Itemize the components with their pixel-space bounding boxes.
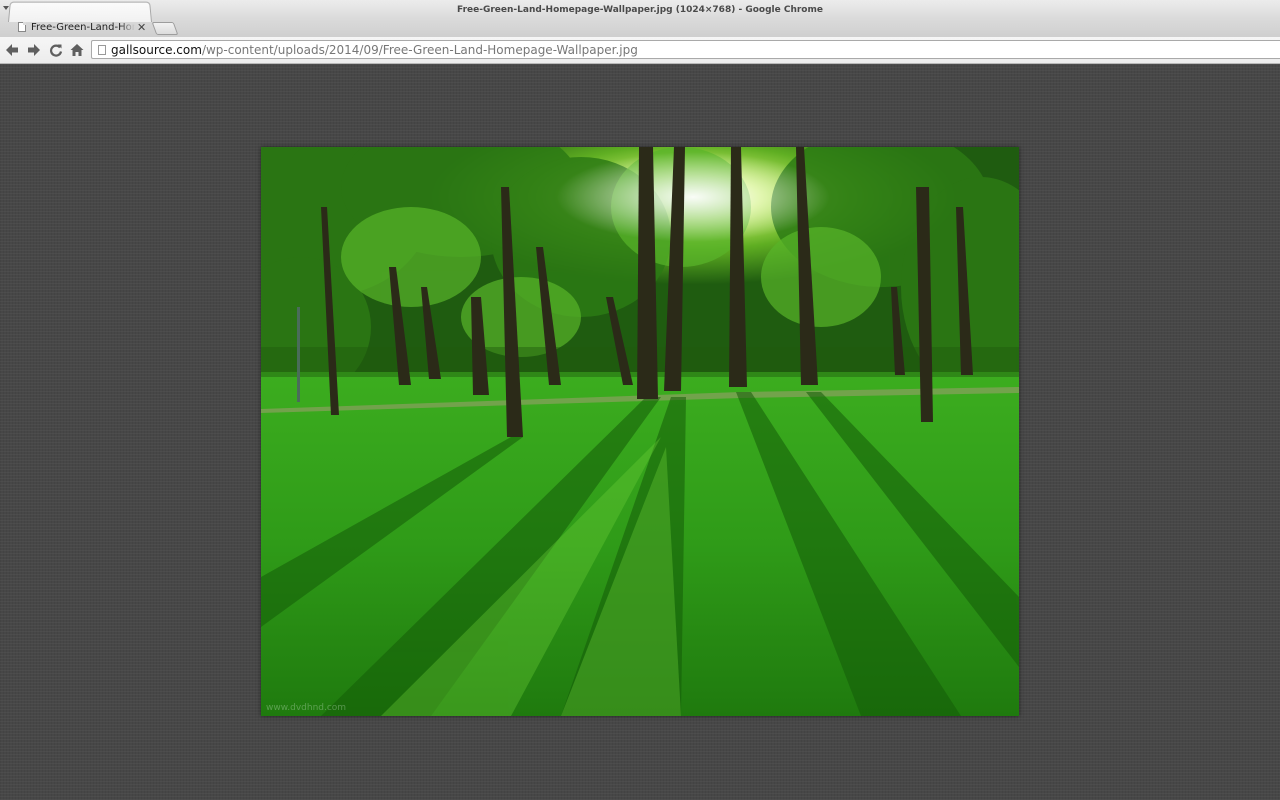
tab-content[interactable]: Free-Green-Land-Homepage-Wallpaper.jpg ✕ xyxy=(14,17,152,37)
address-bar[interactable]: gallsource.com/wp-content/uploads/2014/0… xyxy=(91,40,1280,59)
home-icon xyxy=(70,44,84,56)
image-watermark: www.dvdhnd.com xyxy=(266,703,347,713)
arrow-right-icon xyxy=(28,44,40,56)
tab-strip xyxy=(0,16,1280,37)
window-menu-icon[interactable] xyxy=(3,6,9,10)
tab-close-icon[interactable]: ✕ xyxy=(137,21,146,34)
page-favicon-icon xyxy=(18,22,26,32)
reload-button[interactable] xyxy=(49,43,63,57)
back-button[interactable] xyxy=(5,43,19,57)
url-host: gallsource.com xyxy=(111,42,202,57)
wallpaper-image[interactable]: www.dvdhnd.com xyxy=(261,147,1019,716)
new-tab-button[interactable] xyxy=(151,22,179,35)
park-scene-image xyxy=(261,147,1019,716)
arrow-left-icon xyxy=(6,44,18,56)
window-title: Free-Green-Land-Homepage-Wallpaper.jpg (… xyxy=(457,5,823,15)
forward-button[interactable] xyxy=(27,43,41,57)
browser-toolbar: gallsource.com/wp-content/uploads/2014/0… xyxy=(0,37,1280,64)
url-path: /wp-content/uploads/2014/09/Free-Green-L… xyxy=(201,42,638,57)
image-viewer-background: www.dvdhnd.com xyxy=(0,64,1280,800)
tab-title: Free-Green-Land-Homepage-Wallpaper.jpg xyxy=(31,21,135,33)
reload-icon xyxy=(49,44,63,57)
home-button[interactable] xyxy=(70,43,84,57)
page-icon xyxy=(98,44,106,55)
